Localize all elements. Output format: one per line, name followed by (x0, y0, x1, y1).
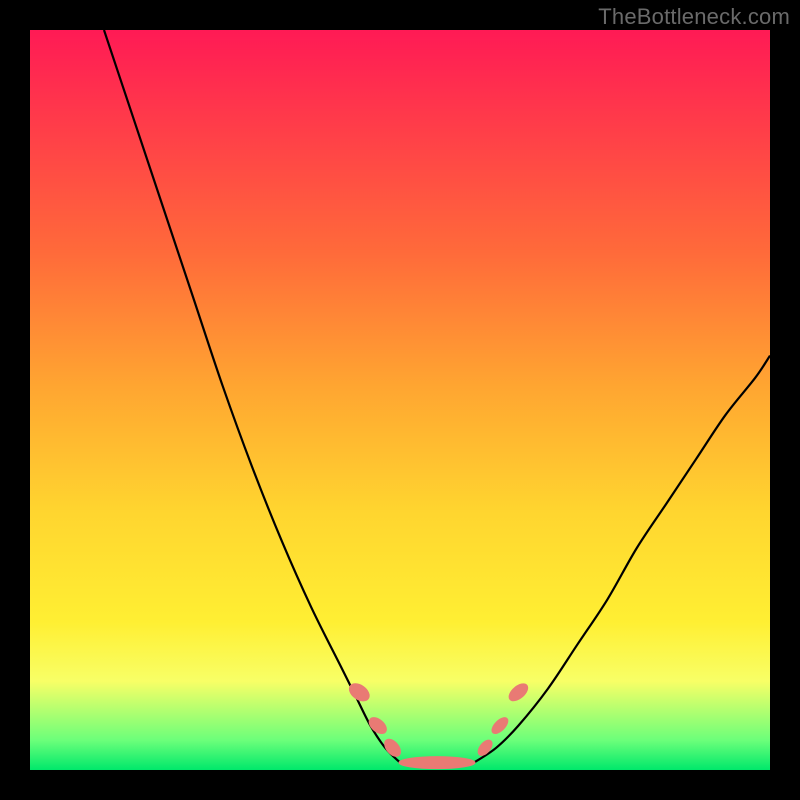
right-curve (474, 356, 770, 763)
chart-frame: TheBottleneck.com (0, 0, 800, 800)
watermark-text: TheBottleneck.com (598, 4, 790, 30)
left-curve (104, 30, 400, 763)
marker-point (366, 715, 389, 737)
marker-point (506, 681, 531, 704)
plot-area (30, 30, 770, 770)
marker-point (399, 757, 475, 769)
chart-svg (30, 30, 770, 770)
marker-point (489, 715, 510, 736)
markers-group (346, 680, 530, 768)
